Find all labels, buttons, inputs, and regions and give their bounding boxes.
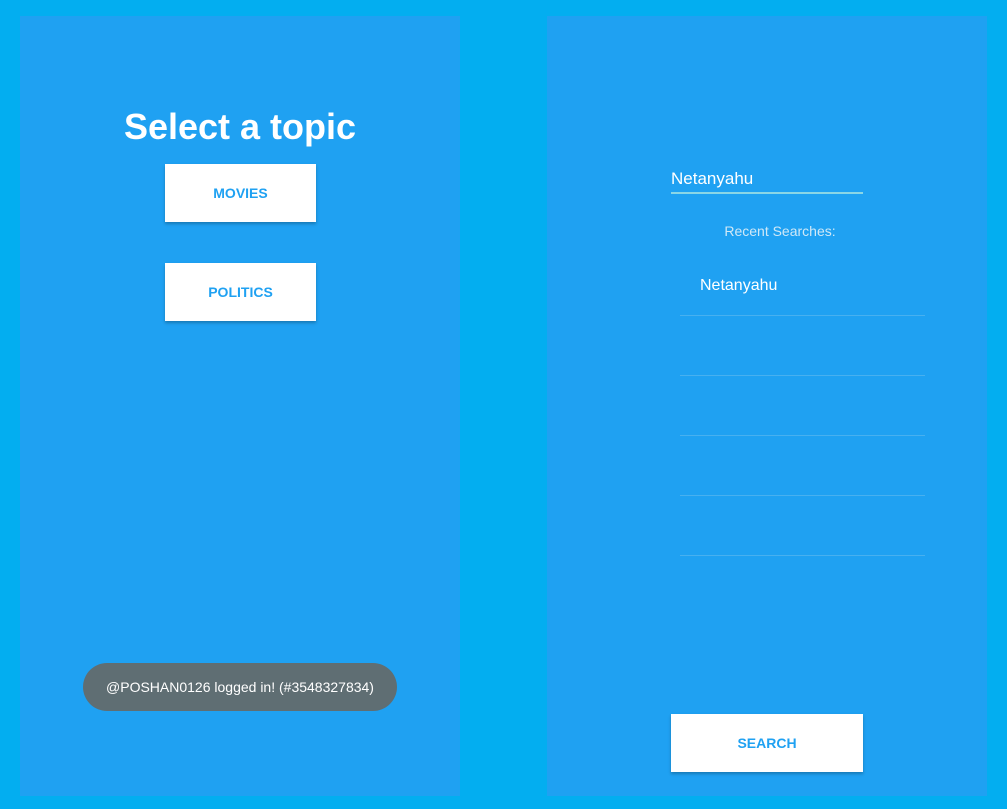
- recent-search-item[interactable]: Netanyahu: [680, 256, 925, 316]
- search-button[interactable]: SEARCH: [671, 714, 863, 772]
- search-input[interactable]: [671, 166, 863, 194]
- topic-panel: Select a topic MOVIES POLITICS @POSHAN01…: [20, 16, 460, 796]
- login-toast: @POSHAN0126 logged in! (#3548327834): [83, 663, 397, 711]
- recent-search-item[interactable]: [680, 496, 925, 556]
- recent-searches-list: Netanyahu: [680, 256, 925, 556]
- movies-button[interactable]: MOVIES: [165, 164, 316, 222]
- recent-searches-label: Recent Searches:: [724, 223, 836, 239]
- recent-search-item[interactable]: [680, 316, 925, 376]
- politics-button[interactable]: POLITICS: [165, 263, 316, 321]
- recent-search-item[interactable]: [680, 376, 925, 436]
- page-title: Select a topic: [123, 106, 357, 147]
- search-panel: Recent Searches: Netanyahu SEARCH: [547, 16, 987, 796]
- recent-search-item[interactable]: [680, 436, 925, 496]
